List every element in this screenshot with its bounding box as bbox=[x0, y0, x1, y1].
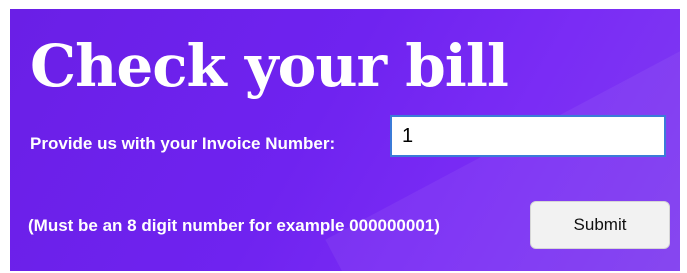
submit-button[interactable]: Submit bbox=[530, 201, 670, 249]
invoice-number-label: Provide us with your Invoice Number: bbox=[30, 134, 336, 153]
invoice-number-input[interactable] bbox=[390, 115, 666, 157]
invoice-format-hint: (Must be an 8 digit number for example 0… bbox=[28, 216, 440, 235]
bill-check-panel: Check your bill Provide us with your Inv… bbox=[10, 9, 680, 271]
page-title: Check your bill bbox=[30, 32, 509, 100]
